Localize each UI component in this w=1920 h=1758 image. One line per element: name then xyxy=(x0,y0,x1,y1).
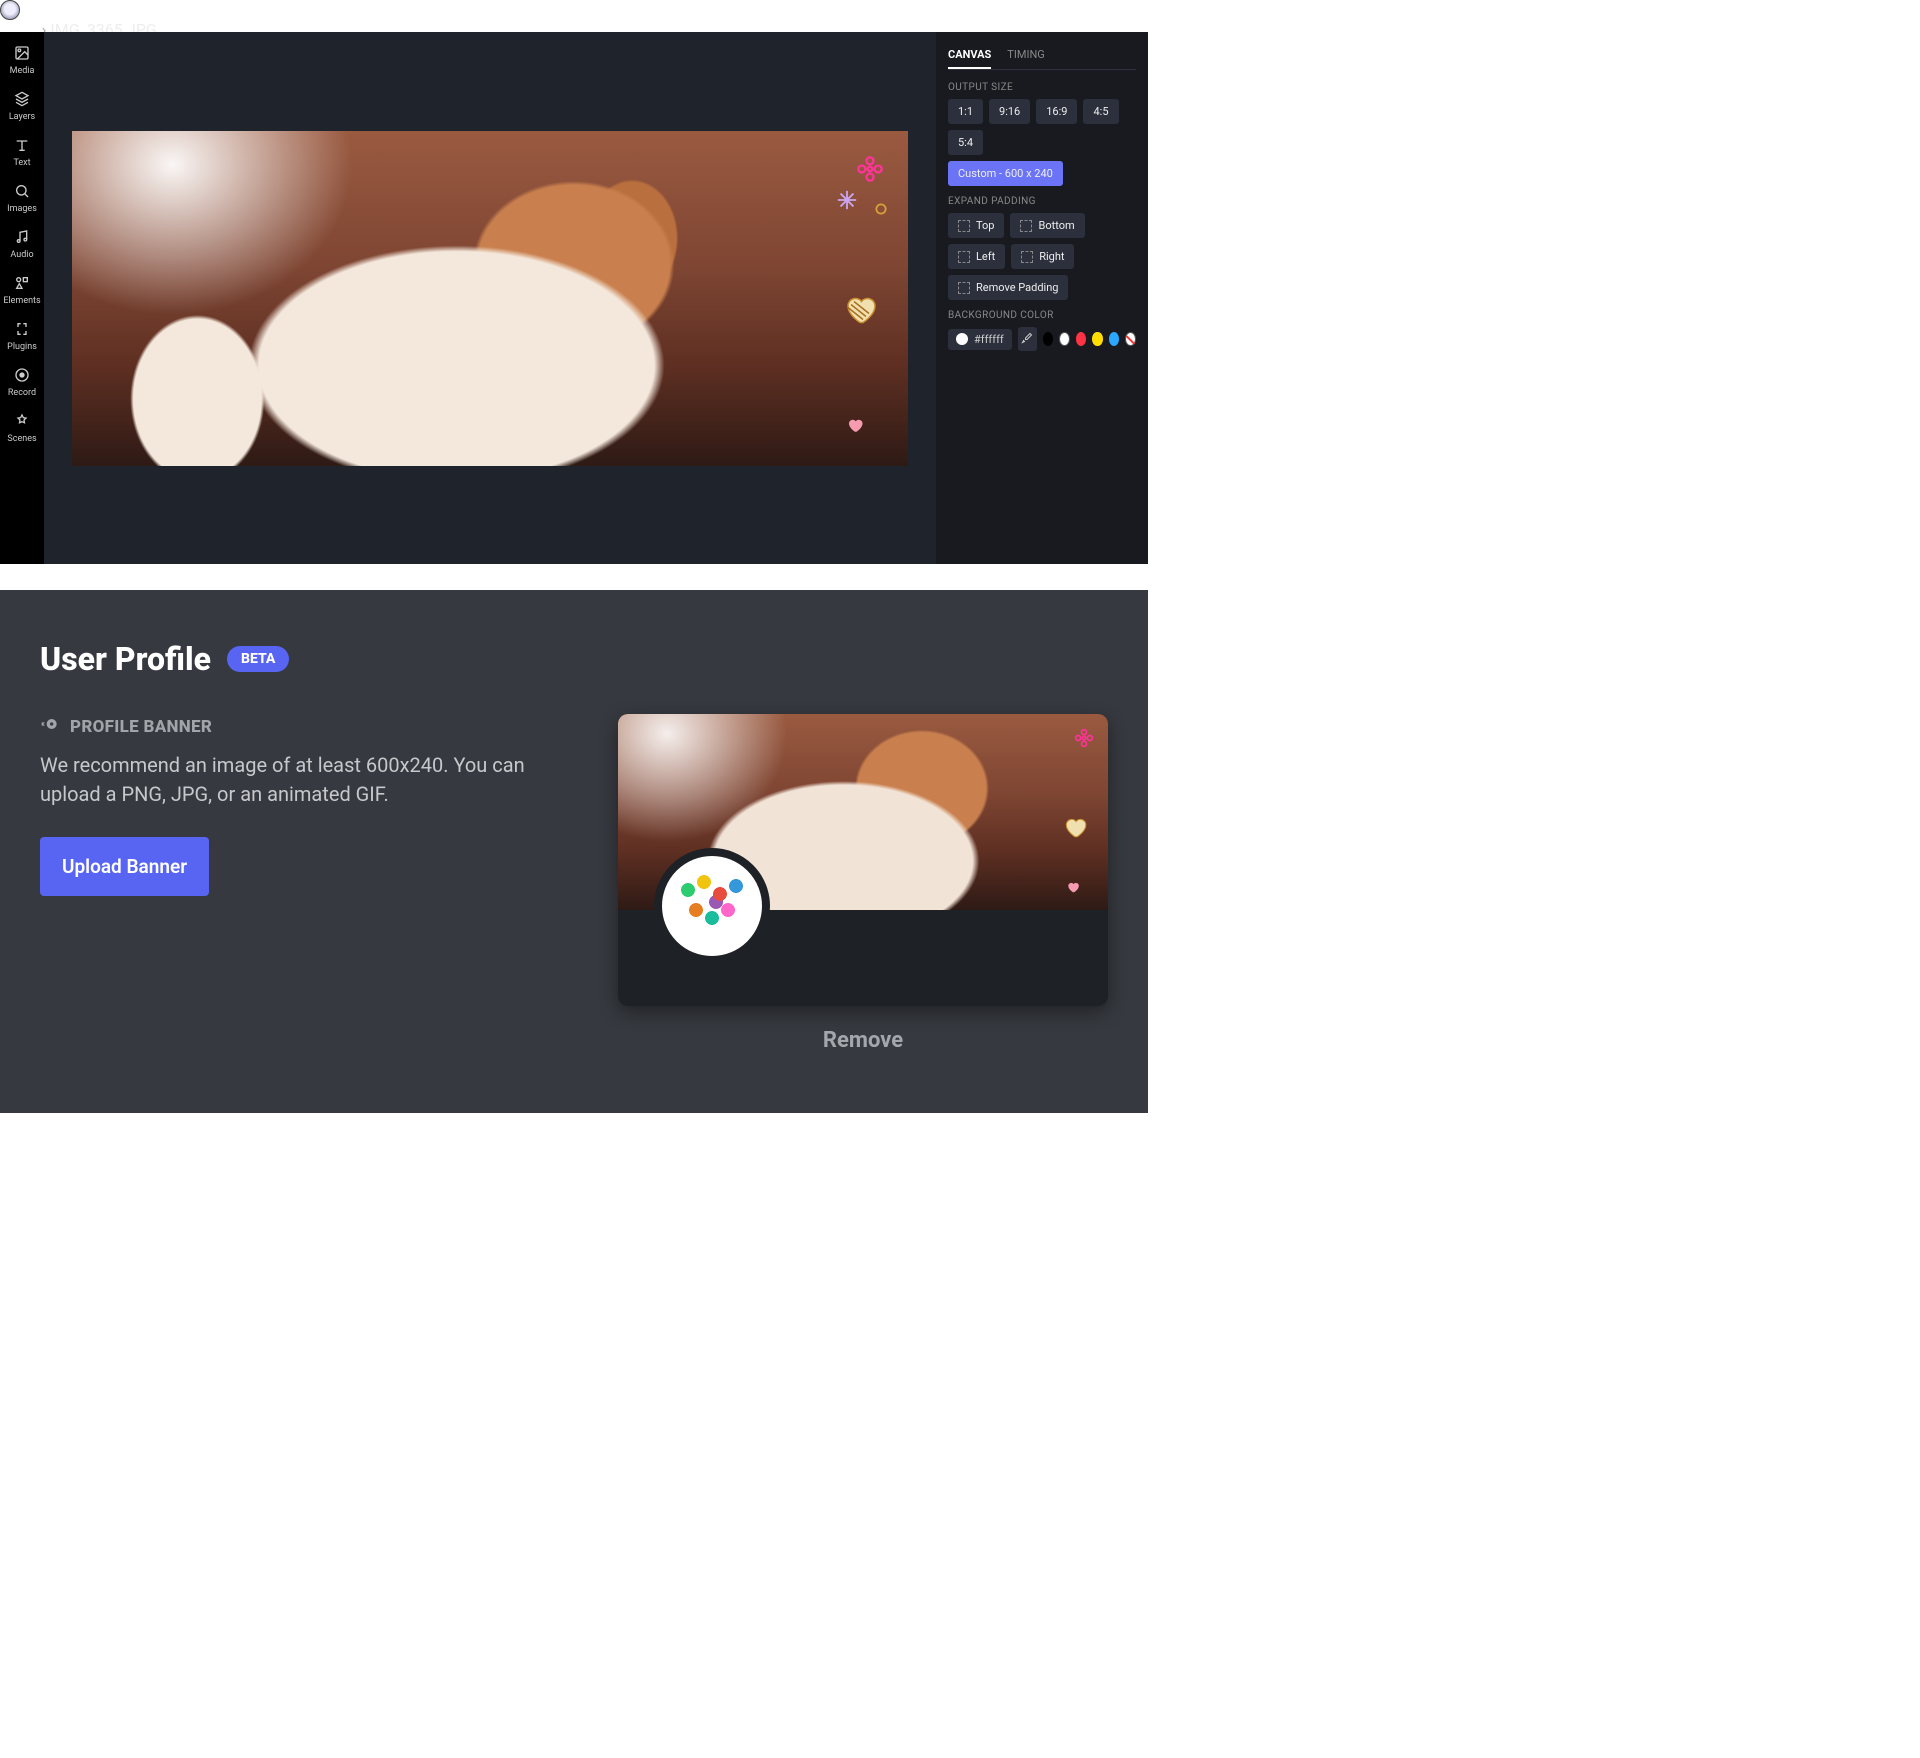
bg-color-label: BACKGROUND COLOR xyxy=(948,310,1136,321)
swatch-yellow[interactable] xyxy=(1092,332,1102,346)
banner-description: We recommend an image of at least 600x24… xyxy=(40,751,578,809)
audio-icon xyxy=(13,228,31,246)
pad-top-button[interactable]: Top xyxy=(948,213,1004,238)
record-icon xyxy=(13,366,31,384)
sticker-heart-small-icon[interactable] xyxy=(846,416,864,438)
ratio-9-16-button[interactable]: 9:16 xyxy=(989,99,1030,124)
editor-window: Peter › IMG_3365.JPG Upload Subtitles xyxy=(0,0,1148,564)
divider-gap xyxy=(0,564,1148,590)
tab-timing[interactable]: TIMING xyxy=(1007,42,1045,69)
swatch-red[interactable] xyxy=(1076,332,1086,346)
user-profile-panel: User Profile BETA PROFILE BANNER We reco… xyxy=(0,590,1148,1113)
swatch-blue[interactable] xyxy=(1109,332,1119,346)
sticker-flower-icon xyxy=(1074,728,1094,752)
scenes-icon xyxy=(13,412,31,430)
sidebar-item-images[interactable]: Images xyxy=(7,182,37,214)
sidebar-item-text[interactable]: Text xyxy=(13,136,31,168)
pad-bottom-icon xyxy=(1020,220,1032,232)
avatar-image xyxy=(672,866,752,946)
upload-banner-button[interactable]: Upload Banner xyxy=(40,837,209,896)
swatch-none[interactable] xyxy=(1125,332,1136,346)
media-icon xyxy=(13,44,31,62)
remove-padding-button[interactable]: Remove Padding xyxy=(948,275,1068,300)
ratio-5-4-button[interactable]: 5:4 xyxy=(948,130,983,155)
profile-banner-section: PROFILE BANNER We recommend an image of … xyxy=(40,714,578,896)
sidebar-label: Scenes xyxy=(7,434,36,444)
sidebar-item-layers[interactable]: Layers xyxy=(9,90,35,122)
output-size-label: OUTPUT SIZE xyxy=(948,82,1136,93)
sticker-flower-icon[interactable] xyxy=(856,155,884,187)
pad-top-label: Top xyxy=(976,219,994,232)
canvas-image[interactable] xyxy=(72,131,908,466)
elements-icon xyxy=(13,274,31,292)
workspace-avatar[interactable] xyxy=(0,0,20,20)
pad-bottom-label: Bottom xyxy=(1038,219,1074,232)
aspect-ratio-row: 1:1 9:16 16:9 4:5 5:4 xyxy=(948,99,1136,155)
no-color-slash-icon xyxy=(1126,335,1135,344)
pad-left-button[interactable]: Left xyxy=(948,244,1005,269)
bg-color-value[interactable]: #ffffff xyxy=(948,329,1012,350)
bg-current-swatch xyxy=(956,333,968,345)
pad-bottom-button[interactable]: Bottom xyxy=(1010,213,1084,238)
swatch-white[interactable] xyxy=(1059,332,1070,346)
sidebar-label: Images xyxy=(7,204,37,214)
panel-tabs: CANVAS TIMING xyxy=(948,42,1136,70)
profile-avatar[interactable] xyxy=(654,848,770,964)
ratio-1-1-button[interactable]: 1:1 xyxy=(948,99,983,124)
beta-badge: BETA xyxy=(227,646,289,672)
pad-right-button[interactable]: Right xyxy=(1011,244,1074,269)
ratio-custom-button[interactable]: Custom - 600 x 240 xyxy=(948,161,1063,186)
bg-hex-label: #ffffff xyxy=(974,333,1004,346)
pad-left-label: Left xyxy=(976,250,995,263)
sidebar-item-audio[interactable]: Audio xyxy=(10,228,33,260)
eyedropper-icon xyxy=(1021,332,1033,347)
sticker-sparkle-icon[interactable] xyxy=(836,189,858,215)
profile-preview-column: Remove xyxy=(618,714,1108,1053)
sticker-circle-icon[interactable] xyxy=(874,201,888,220)
sticker-heart-striped-icon xyxy=(1062,814,1088,844)
plugins-icon xyxy=(13,320,31,338)
bg-color-row: #ffffff xyxy=(948,327,1136,351)
sidebar-label: Audio xyxy=(10,250,33,260)
profile-title-row: User Profile BETA xyxy=(40,640,1108,678)
sidebar-label: Record xyxy=(8,388,36,398)
pad-top-icon xyxy=(958,220,970,232)
pad-right-icon xyxy=(1021,251,1033,263)
nitro-icon xyxy=(40,714,60,739)
ratio-16-9-button[interactable]: 16:9 xyxy=(1036,99,1077,124)
remove-padding-icon xyxy=(958,282,970,294)
sidebar-label: Text xyxy=(13,158,30,168)
sidebar-item-record[interactable]: Record xyxy=(8,366,36,398)
remove-padding-label: Remove Padding xyxy=(976,281,1058,294)
text-icon xyxy=(13,136,31,154)
left-tool-rail: Media Layers Text Images Audio Elements xyxy=(0,32,44,564)
layers-icon xyxy=(13,90,31,108)
preview-bottom-bar xyxy=(618,910,1108,1006)
eyedropper-button[interactable] xyxy=(1018,327,1037,351)
expand-padding-label: EXPAND PADDING xyxy=(948,196,1136,207)
sidebar-item-elements[interactable]: Elements xyxy=(3,274,40,306)
sidebar-item-media[interactable]: Media xyxy=(10,44,35,76)
sidebar-item-scenes[interactable]: Scenes xyxy=(7,412,36,444)
pad-right-label: Right xyxy=(1039,250,1064,263)
section-heading-label: PROFILE BANNER xyxy=(70,717,212,737)
section-heading: PROFILE BANNER xyxy=(40,714,578,739)
sidebar-label: Elements xyxy=(3,296,40,306)
pad-left-icon xyxy=(958,251,970,263)
canvas-area[interactable] xyxy=(44,32,936,564)
profile-preview-card xyxy=(618,714,1108,1006)
tab-canvas[interactable]: CANVAS xyxy=(948,42,991,69)
sticker-heart-small-icon xyxy=(1066,879,1080,898)
swatch-black[interactable] xyxy=(1043,332,1053,346)
remove-banner-button[interactable]: Remove xyxy=(618,1028,1108,1053)
sticker-heart-striped-icon[interactable] xyxy=(842,291,878,335)
sidebar-item-plugins[interactable]: Plugins xyxy=(7,320,37,352)
sidebar-label: Media xyxy=(10,66,35,76)
properties-panel: CANVAS TIMING OUTPUT SIZE 1:1 9:16 16:9 … xyxy=(936,32,1148,564)
search-icon xyxy=(13,182,31,200)
page-title: User Profile xyxy=(40,640,211,678)
sidebar-label: Plugins xyxy=(7,342,37,352)
ratio-4-5-button[interactable]: 4:5 xyxy=(1083,99,1118,124)
sidebar-label: Layers xyxy=(9,112,35,122)
